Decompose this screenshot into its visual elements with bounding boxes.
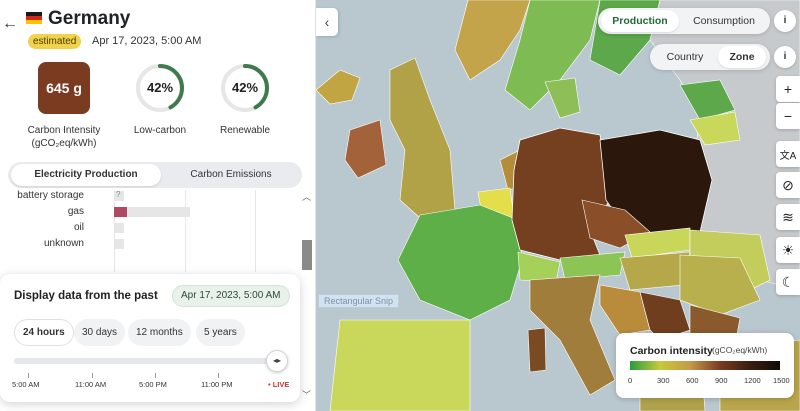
language-icon: 文A (779, 151, 797, 162)
slider-tick (92, 373, 93, 378)
slider-tick (155, 373, 156, 378)
collapse-panel-button[interactable]: ‹ (316, 8, 338, 36)
plus-icon: + (783, 81, 793, 97)
production-bar-background (114, 223, 124, 233)
slider-tick (218, 373, 219, 378)
chevron-down-icon[interactable]: ﹀ (302, 388, 311, 401)
low-carbon-ring: 42% (134, 62, 186, 114)
production-row[interactable]: gas (0, 206, 300, 220)
carbon-intensity-label-line1: Carbon Intensity (27, 125, 101, 136)
mode-info-button[interactable]: i (774, 10, 796, 32)
tick-label: 11:00 AM (75, 380, 107, 389)
production-bar (114, 207, 127, 217)
range-24-hours-button[interactable]: 24 hours (14, 319, 74, 346)
zoom-in-button[interactable]: + (776, 76, 800, 102)
legend-unit: (gCO₂eq/kWh) (712, 345, 768, 355)
back-button[interactable]: ← (2, 14, 18, 34)
wind-layer-button[interactable]: ≋ (776, 204, 800, 230)
time-slider-thumb[interactable]: ◂▸ (266, 350, 288, 372)
legend-gradient (630, 361, 780, 370)
production-source-label: oil (73, 222, 84, 233)
eye-off-icon: ⊘ (782, 177, 794, 193)
time-controller: Display data from the past Apr 17, 2023,… (0, 274, 300, 402)
snip-overlay-label: Rectangular Snip (318, 294, 400, 308)
legend-title: Carbon intensity (630, 345, 713, 357)
info-icon: i (783, 15, 787, 26)
production-row[interactable]: unknown (0, 238, 300, 252)
production-source-label: gas (67, 206, 84, 217)
live-label: LIVE (272, 380, 290, 389)
range-12-months-button[interactable]: 12 months (128, 319, 191, 346)
production-consumption-toggle: Production Consumption (598, 8, 770, 34)
chevron-left-icon: ‹ (324, 14, 330, 30)
hide-map-button[interactable]: ⊘ (776, 172, 800, 198)
country-zone-toggle: Country Zone (650, 44, 770, 70)
drag-handle-icon: ◂▸ (272, 356, 282, 365)
sun-icon: ☀ (781, 242, 795, 258)
production-row[interactable]: battery storage? (0, 190, 300, 204)
legend-tick-label: 600 (686, 376, 699, 385)
low-carbon-value: 42% (146, 80, 174, 95)
legend-tick-label: 1200 (744, 376, 761, 385)
range-5-years-button[interactable]: 5 years (196, 319, 245, 346)
toggle-consumption[interactable]: Consumption (681, 10, 767, 32)
zone-title: Germany (48, 8, 131, 29)
low-carbon-label: Low-carbon (133, 125, 187, 136)
tab-carbon-emissions[interactable]: Carbon Emissions (163, 164, 299, 186)
zone-datetime: Apr 17, 2023, 5:00 AM (92, 35, 202, 47)
panel-scrollbar[interactable]: ︿ ﹀ (302, 190, 312, 410)
info-icon: i (783, 51, 787, 62)
tab-electricity-production[interactable]: Electricity Production (11, 164, 161, 186)
time-slider-track[interactable] (14, 358, 288, 364)
renewable-ring: 42% (219, 62, 271, 114)
production-row[interactable]: oil (0, 222, 300, 236)
legend-tick-label: 300 (657, 376, 670, 385)
estimated-badge: estimated (28, 34, 82, 49)
theme-button[interactable]: ☾ (776, 269, 800, 295)
minus-icon: − (783, 108, 793, 124)
time-controller-title: Display data from the past (14, 290, 158, 302)
solar-layer-button[interactable]: ☀ (776, 237, 800, 263)
production-source-label: battery storage (17, 190, 84, 201)
selected-datetime-chip[interactable]: Apr 17, 2023, 5:00 AM (172, 285, 290, 307)
chevron-up-icon[interactable]: ︿ (302, 190, 311, 203)
zoom-out-button[interactable]: − (776, 103, 800, 129)
scroll-thumb[interactable] (302, 240, 312, 270)
renewable-value: 42% (231, 80, 259, 95)
renewable-label: Renewable (219, 125, 271, 136)
granularity-info-button[interactable]: i (774, 46, 796, 68)
tick-label: 5:00 AM (12, 380, 40, 389)
legend-tick-label: 900 (715, 376, 728, 385)
toggle-country[interactable]: Country (654, 46, 716, 68)
toggle-zone[interactable]: Zone (718, 46, 766, 68)
slider-tick (28, 373, 29, 378)
carbon-intensity-unit: (gCO₂eq/kWh) (31, 138, 97, 149)
live-indicator[interactable]: • LIVE (268, 380, 289, 389)
toggle-production[interactable]: Production (601, 10, 679, 32)
carbon-intensity-label: Carbon Intensity (gCO₂eq/kWh) (14, 124, 114, 150)
tick-label: 5:00 PM (139, 380, 167, 389)
range-30-days-button[interactable]: 30 days (74, 319, 126, 346)
language-button[interactable]: 文A (776, 141, 800, 167)
production-source-label: unknown (43, 238, 84, 249)
tick-label: 11:00 PM (201, 380, 233, 389)
legend-tick-label: 1500 (773, 376, 790, 385)
carbon-intensity-legend: Carbon intensity (gCO₂eq/kWh) 0 300 600 900… (616, 333, 794, 398)
panel-tabs: Electricity Production Carbon Emissions (8, 162, 302, 188)
unknown-value-marker: ? (116, 190, 121, 199)
moon-icon: ☾ (781, 274, 795, 290)
legend-tick-label: 0 (628, 376, 633, 385)
arrow-left-icon: ← (2, 15, 18, 32)
wind-icon: ≋ (782, 209, 794, 225)
germany-flag-icon (26, 12, 42, 24)
carbon-intensity-value: 645 g (38, 62, 90, 114)
production-bar-background (114, 239, 124, 249)
